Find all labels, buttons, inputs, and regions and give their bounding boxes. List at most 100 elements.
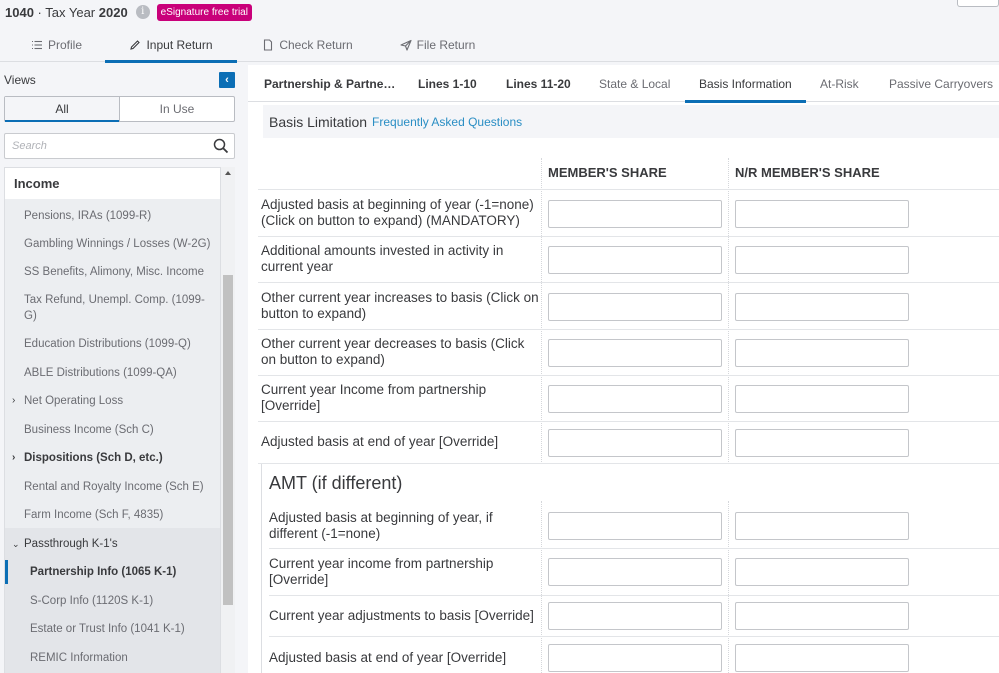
members-share-other-increases-input[interactable] (548, 293, 722, 321)
sidebar-item-dispositions[interactable]: › Dispositions (Sch D, etc.) (5, 450, 220, 466)
faq-link[interactable]: Frequently Asked Questions (372, 115, 522, 129)
nr-members-share-beginning-basis-input[interactable] (735, 200, 909, 228)
row-label-current-year-income: Current year Income from partnership [Ov… (261, 382, 487, 413)
column-divider (728, 501, 729, 673)
tab-label: Input Return (146, 38, 213, 52)
row-divider (258, 463, 999, 464)
amt-members-share-current-year-income-input[interactable] (548, 558, 722, 586)
column-header-nr-members-share: N/R MEMBER'S SHARE (735, 165, 880, 180)
subtab-passive-carryovers[interactable]: Passive Carryovers (889, 65, 993, 102)
subtab-basis-information[interactable]: Basis Information (685, 65, 806, 103)
members-share-other-decreases-input[interactable] (548, 339, 722, 367)
nr-members-share-end-basis-input[interactable] (735, 429, 909, 457)
sidebar-item-rental-royalty[interactable]: Rental and Royalty Income (Sch E) (5, 479, 220, 495)
members-share-current-year-income-input[interactable] (548, 385, 722, 413)
row-divider (258, 236, 999, 237)
tab-label: File Return (416, 38, 476, 52)
top-right-button[interactable] (957, 0, 999, 7)
scroll-up-arrow-icon[interactable] (225, 171, 231, 175)
sidebar-item-ss-benefits[interactable]: SS Benefits, Alimony, Misc. Income (5, 264, 220, 280)
subtab-lines-11-20[interactable]: Lines 11-20 (506, 65, 571, 102)
sidebar-item-tax-refund[interactable]: Tax Refund, Unempl. Comp. (1099-G) (5, 292, 205, 324)
row-divider (269, 636, 999, 637)
list-icon (31, 40, 42, 50)
amt-nr-members-share-adjustments-input[interactable] (735, 602, 909, 630)
views-toggle: All In Use (4, 96, 235, 122)
view-in-use-button[interactable]: In Use (120, 97, 234, 121)
sidebar-item-business-income[interactable]: Business Income (Sch C) (5, 422, 220, 438)
row-divider (258, 189, 999, 190)
tab-input-return[interactable]: Input Return (105, 28, 237, 63)
return-header: 1040 · Tax Year 2020 i eSignature free t… (0, 0, 999, 24)
esignature-badge[interactable]: eSignature free trial (156, 3, 252, 21)
nr-members-share-other-decreases-input[interactable] (735, 339, 909, 367)
sub-tabs: Partnership & Partne… Lines 1-10 Lines 1… (248, 65, 999, 103)
amt-members-share-end-basis-input[interactable] (548, 644, 722, 672)
scrollbar-thumb[interactable] (223, 275, 233, 605)
members-share-additional-invested-input[interactable] (548, 246, 722, 274)
view-all-button[interactable]: All (5, 97, 120, 122)
subtab-lines-1-10[interactable]: Lines 1-10 (418, 65, 477, 102)
row-divider (258, 282, 999, 283)
section-header: Basis Limitation Frequently Asked Questi… (263, 105, 999, 138)
chevron-right-icon: › (12, 395, 16, 406)
nr-members-share-current-year-income-input[interactable] (735, 385, 909, 413)
document-icon (264, 39, 273, 51)
row-label-amt-adjustments: Current year adjustments to basis [Overr… (269, 608, 534, 623)
main-content: Partnership & Partne… Lines 1-10 Lines 1… (248, 65, 999, 673)
amt-section-title: AMT (if different) (269, 473, 403, 493)
sidebar-item-partnership-info[interactable]: Partnership Info (1065 K-1) (5, 560, 220, 584)
sidebar-item-remic[interactable]: REMIC Information (5, 650, 220, 666)
row-label-other-increases: Other current year increases to basis (C… (261, 290, 539, 321)
sidebar-nav: Income Pensions, IRAs (1099-R) Gambling … (4, 167, 221, 673)
amt-members-share-adjustments-input[interactable] (548, 602, 722, 630)
subtab-state-local[interactable]: State & Local (599, 65, 670, 102)
column-divider (728, 158, 729, 464)
pencil-icon (130, 40, 141, 50)
column-divider (541, 501, 542, 673)
collapse-sidebar-button[interactable]: ‹ (219, 72, 235, 88)
separator: · (33, 4, 46, 20)
amt-members-share-beginning-basis-input[interactable] (548, 512, 722, 540)
search-icon[interactable] (213, 138, 229, 154)
item-label: Dispositions (Sch D, etc.) (24, 452, 163, 464)
search-input[interactable] (5, 134, 205, 158)
row-label-additional-invested: Additional amounts invested in activity … (261, 243, 504, 274)
nav-section-income[interactable]: Income (5, 168, 220, 199)
chevron-down-icon: ⌄ (12, 539, 20, 549)
main-tabs: Profile Input Return Check Return File R… (0, 28, 999, 63)
sidebar-item-able[interactable]: ABLE Distributions (1099-QA) (5, 365, 220, 381)
amt-nr-members-share-current-year-income-input[interactable] (735, 558, 909, 586)
tax-year-label: Tax Year (45, 4, 99, 20)
nr-members-share-other-increases-input[interactable] (735, 293, 909, 321)
sidebar-item-estate-trust-info[interactable]: Estate or Trust Info (1041 K-1) (5, 621, 220, 637)
members-share-beginning-basis-input[interactable] (548, 200, 722, 228)
tab-check-return[interactable]: Check Return (255, 28, 360, 62)
row-label-end-basis: Adjusted basis at end of year [Override] (261, 434, 499, 449)
sidebar-item-passthrough[interactable]: ⌄ Passthrough K-1's (5, 536, 220, 552)
tab-profile[interactable]: Profile (14, 28, 99, 62)
row-divider (269, 548, 999, 549)
tax-year: 2020 (98, 4, 128, 20)
sidebar-item-farm-income[interactable]: Farm Income (Sch F, 4835) (5, 507, 220, 523)
row-divider (269, 595, 999, 596)
sidebar-scrollbar[interactable] (221, 167, 235, 673)
column-divider (541, 158, 542, 464)
subtab-at-risk[interactable]: At-Risk (820, 65, 859, 102)
sidebar-item-net-operating-loss[interactable]: › Net Operating Loss (5, 393, 220, 409)
row-divider (258, 421, 999, 422)
sidebar-item-pensions[interactable]: Pensions, IRAs (1099-R) (5, 208, 220, 224)
members-share-end-basis-input[interactable] (548, 429, 722, 457)
tab-file-return[interactable]: File Return (395, 28, 480, 62)
row-label-other-decreases: Other current year decreases to basis (C… (261, 336, 525, 367)
row-divider (258, 375, 999, 376)
row-divider (258, 329, 999, 330)
sidebar-item-education[interactable]: Education Distributions (1099-Q) (5, 336, 220, 352)
amt-nr-members-share-beginning-basis-input[interactable] (735, 512, 909, 540)
sidebar-item-gambling[interactable]: Gambling Winnings / Losses (W-2G) (5, 236, 220, 252)
nr-members-share-additional-invested-input[interactable] (735, 246, 909, 274)
subtab-partnership[interactable]: Partnership & Partne… (264, 65, 395, 102)
amt-nr-members-share-end-basis-input[interactable] (735, 644, 909, 672)
info-icon[interactable]: i (135, 5, 150, 19)
sidebar-item-s-corp-info[interactable]: S-Corp Info (1120S K-1) (5, 593, 220, 609)
